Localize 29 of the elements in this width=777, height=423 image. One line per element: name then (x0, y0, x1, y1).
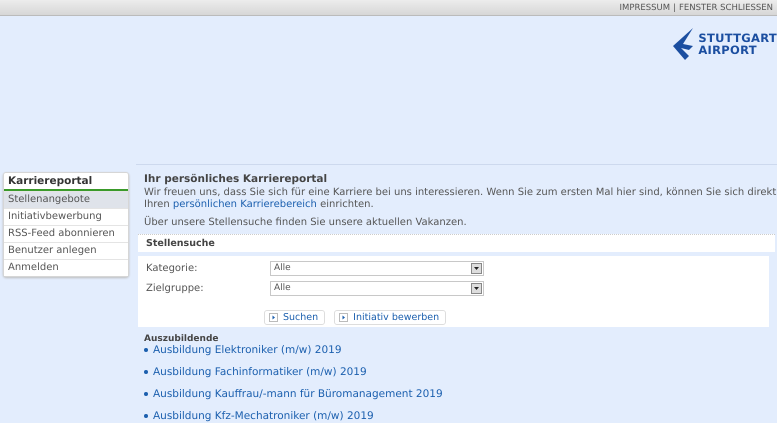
intro-text: Wir freuen uns, dass Sie sich für eine Karriere bei uns interessieren. Wenn Sie zum ersten Mal hier sind, können Sie sich direkt Ihren persönlichen Karrierebereich einrichten. (144, 187, 777, 211)
logo-text: STUTTGART (698, 32, 777, 44)
logo-icon (673, 28, 696, 60)
separator: | (673, 2, 676, 12)
play-icon (269, 313, 278, 322)
play-icon (339, 313, 348, 322)
form-button[interactable]: Suchen (264, 310, 326, 325)
job-link[interactable]: Ausbildung Kfz-Mechatroniker (m/w) 2019 (144, 410, 775, 422)
dropdown[interactable]: Alle (270, 280, 484, 296)
intro-note: Über unsere Stellensuche finden Sie unsere aktuellen Vakanzen. (144, 217, 468, 228)
logo-text: AIRPORT (698, 44, 758, 56)
sidebar-item[interactable]: Benutzer anlegen (4, 242, 128, 259)
sidebar-item[interactable]: Stellenangebote (4, 191, 128, 208)
form-button[interactable]: Initiativ bewerben (334, 310, 446, 325)
job-link[interactable]: Ausbildung Fachinformatiker (m/w) 2019 (144, 366, 775, 378)
dropdown[interactable]: Alle (270, 260, 484, 276)
group-heading: Auszubildende (144, 334, 220, 344)
close-window-link[interactable]: FENSTER SCHLIESSEN (678, 2, 773, 12)
section-title: Stellensuche (138, 234, 775, 252)
impressum-link[interactable]: IMPRESSUM (619, 2, 670, 12)
page-title: Ihr persönliches Karriereportal (144, 173, 328, 185)
career-area-link[interactable]: persönlichen Karrierebereich (172, 199, 317, 210)
job-link[interactable]: Ausbildung Elektroniker (m/w) 2019 (144, 344, 775, 356)
sidebar-item[interactable]: RSS-Feed abonnieren (4, 225, 128, 242)
field-label: Kategorie: (146, 262, 198, 274)
sidebar-item[interactable]: Initiativbewerbung (4, 208, 128, 225)
field-label: Zielgruppe: (146, 282, 205, 294)
sidebar-item[interactable]: Anmelden (4, 259, 128, 276)
job-link[interactable]: Ausbildung Kauffrau/-mann für Büromanagement 2019 (144, 388, 775, 400)
